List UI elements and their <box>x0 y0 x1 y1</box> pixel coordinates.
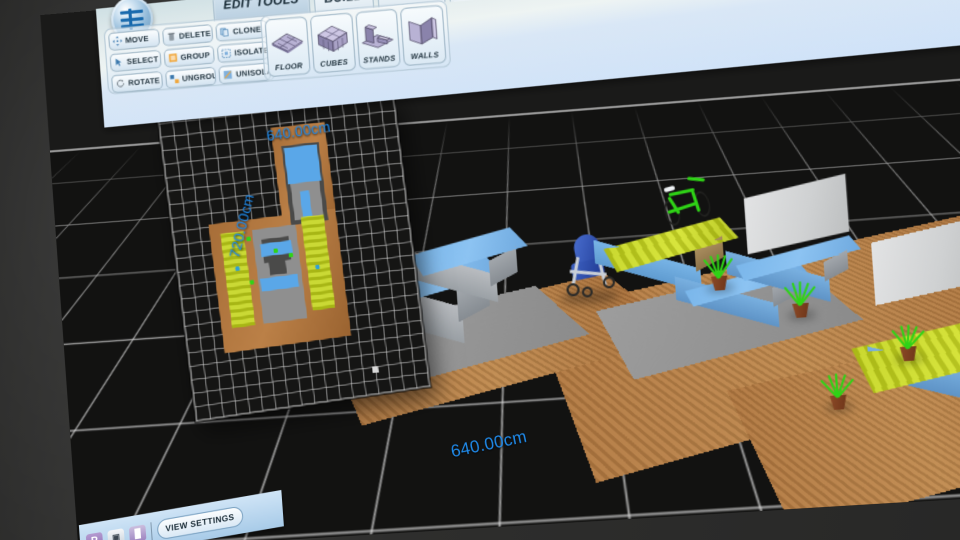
tool-label: GROUP <box>180 50 210 62</box>
button-label: FLOOR <box>275 61 303 73</box>
view-settings-button[interactable]: VIEW SETTINGS <box>156 505 243 540</box>
potted-plant[interactable] <box>696 232 739 291</box>
floor-button[interactable]: FLOOR <box>265 16 311 77</box>
layers-toggle-icon[interactable]: ▉ <box>129 524 147 540</box>
potted-plant[interactable] <box>815 351 859 411</box>
rotate-button[interactable]: ROTATE <box>111 71 163 93</box>
delete-button[interactable]: DELETE <box>162 24 214 46</box>
tool-label: DELETE <box>179 29 211 41</box>
status-divider <box>150 522 152 540</box>
application-window: 640.00cm 720.00cm 640.00cm EDIT TOOLS BU… <box>0 0 960 540</box>
isolate-icon <box>222 48 232 58</box>
walls-icon <box>403 11 444 51</box>
stands-icon <box>357 15 398 55</box>
tool-label: SELECT <box>126 54 158 66</box>
plan-view-overlay[interactable] <box>157 94 431 423</box>
button-label: WALLS <box>411 49 440 61</box>
move-arrows-icon <box>112 36 122 46</box>
ungroup-button[interactable]: UNGROUP <box>165 67 217 89</box>
build-tools-group: FLOOR CUBES <box>260 0 451 82</box>
camera-toggle-icon[interactable]: ▣ <box>107 528 125 540</box>
tool-label: ROTATE <box>128 76 160 88</box>
button-label: CUBES <box>320 57 348 69</box>
potted-plant[interactable] <box>777 259 821 319</box>
move-button[interactable]: MOVE <box>108 29 160 51</box>
bicycle[interactable] <box>654 172 719 235</box>
stands-button[interactable]: STANDS <box>355 9 401 70</box>
blue-podium[interactable] <box>412 226 536 321</box>
tool-label: UNGROUP <box>182 70 217 83</box>
tool-label: CLONE <box>233 24 262 36</box>
floor-tiles-icon <box>267 23 308 62</box>
unisolate-icon <box>223 70 233 80</box>
cursor-icon <box>114 57 124 67</box>
button-label: STANDS <box>363 53 396 65</box>
cubes-icon <box>312 19 353 59</box>
rotate-icon <box>115 78 125 88</box>
ungroup-icon <box>169 74 179 84</box>
cubes-button[interactable]: CUBES <box>310 12 356 73</box>
tab-objects[interactable]: OBJECTS <box>448 0 532 2</box>
group-icon <box>168 53 178 63</box>
potted-plant[interactable] <box>884 302 928 362</box>
plan-toggle-icon[interactable]: P <box>86 531 104 540</box>
trash-icon <box>166 31 176 41</box>
clone-icon <box>220 27 230 37</box>
edit-tools-group: MOVE DELETE CLONE <box>104 15 276 95</box>
group-button[interactable]: GROUP <box>163 45 215 67</box>
walls-button[interactable]: WALLS <box>400 5 447 67</box>
select-button[interactable]: SELECT <box>110 50 162 72</box>
tool-label: MOVE <box>125 34 149 46</box>
